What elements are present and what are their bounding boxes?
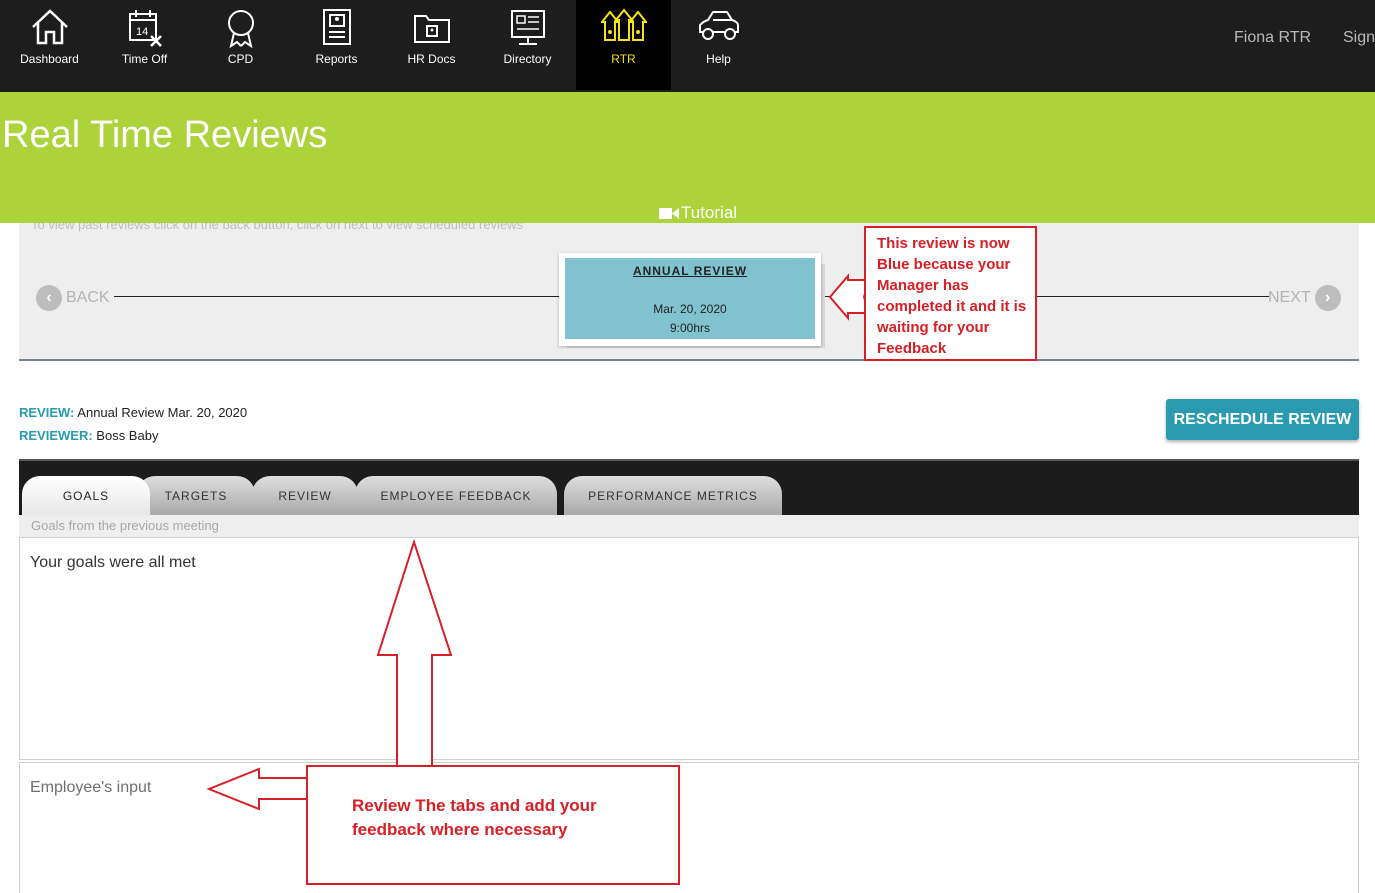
tab-employee-feedback[interactable]: EMPLOYEE FEEDBACK: [355, 476, 557, 515]
folder-icon: [413, 15, 450, 43]
car-icon: [698, 11, 739, 40]
back-button[interactable]: ‹ BACK: [36, 285, 110, 311]
card-callout-line: This review is now: [877, 235, 1010, 252]
nav-rtr[interactable]: RTR: [576, 0, 671, 90]
tabs-callout-line: feedback where necessary: [352, 820, 568, 839]
reviewer-label: REVIEWER:: [19, 428, 93, 443]
nav-label-cpd: CPD: [227, 52, 254, 66]
chevron-right-icon: ›: [1314, 285, 1341, 311]
video-camera-icon: [659, 207, 679, 219]
nav-dashboard[interactable]: Dashboard: [2, 0, 97, 90]
calendar-icon: 14: [128, 10, 162, 47]
review-card-date: Mar. 20, 2020: [653, 302, 727, 316]
review-value: Annual Review Mar. 20, 2020: [77, 405, 248, 420]
tutorial-label: Tutorial: [681, 203, 738, 222]
review-card[interactable]: ANNUAL REVIEW Mar. 20, 2020 9:00hrs: [559, 253, 821, 346]
report-document-icon: [322, 9, 351, 45]
nav-label-time-off: Time Off: [121, 52, 168, 66]
review-label: REVIEW:: [19, 405, 75, 420]
goals-content: Your goals were all met: [19, 537, 1359, 760]
review-card-body: ANNUAL REVIEW Mar. 20, 2020 9:00hrs: [565, 258, 815, 339]
goals-subtitle: Goals from the previous meeting: [31, 518, 219, 533]
tutorial-link[interactable]: Tutorial: [659, 203, 737, 223]
employee-input-field[interactable]: [19, 762, 1359, 893]
card-callout-line: waiting for your: [877, 319, 990, 336]
tab-review[interactable]: REVIEW: [252, 476, 358, 515]
nav-label-reports: Reports: [315, 52, 358, 66]
timeline-line-left: [114, 296, 560, 297]
card-callout-line: completed it and it is: [877, 298, 1027, 315]
card-callout-line: Manager has: [877, 277, 969, 294]
next-button[interactable]: NEXT ›: [1268, 285, 1341, 311]
review-timeline: To view past reviews click on the back b…: [19, 223, 1359, 361]
review-card-title: ANNUAL REVIEW: [632, 264, 748, 278]
nav-label-help: Help: [706, 52, 731, 66]
review-card-time: 9:00hrs: [669, 321, 711, 335]
award-ribbon-icon: [227, 10, 254, 48]
calendar-day-number: 14: [136, 26, 148, 38]
back-label: BACK: [66, 289, 110, 306]
reviewer-line: REVIEWER: Boss Baby: [19, 424, 247, 447]
rtr-arrows-icon: [600, 8, 647, 41]
top-navigation-bar: Dashboard 14 Time Off CPD Reports HR Doc…: [0, 0, 1375, 92]
house-icon: [31, 9, 68, 45]
nav-label-hr-docs: HR Docs: [407, 52, 456, 66]
page-root: { "nav": { "items": [ {"label": "Dashboa…: [0, 0, 1375, 893]
nav-directory[interactable]: Directory: [480, 0, 575, 90]
review-line: REVIEW: Annual Review Mar. 20, 2020: [19, 401, 247, 424]
review-tabs: PERFORMANCE METRICS EMPLOYEE FEEDBACK RE…: [19, 459, 1359, 515]
goals-subtitle-bar: Goals from the previous meeting: [19, 515, 1359, 537]
next-label: NEXT: [1268, 289, 1311, 306]
user-name-link[interactable]: Fiona RTR: [1234, 29, 1311, 47]
card-callout-line: Blue because your: [877, 256, 1011, 273]
review-info: REVIEW: Annual Review Mar. 20, 2020 REVI…: [19, 401, 247, 447]
card-callout: This review is now Blue because your Man…: [864, 226, 1037, 361]
page-title: Real Time Reviews: [2, 114, 328, 156]
nav-label-directory: Directory: [503, 52, 552, 66]
reschedule-review-button[interactable]: RESCHEDULE REVIEW: [1166, 399, 1359, 440]
directory-monitor-icon: [510, 10, 545, 45]
tab-targets[interactable]: TARGETS: [137, 476, 255, 515]
page-banner: Real Time Reviews Tutorial: [0, 92, 1375, 223]
tabs-callout: Review The tabs and add your feedback wh…: [306, 765, 680, 885]
tabs-callout-line: Review The tabs and add your: [352, 796, 597, 815]
nav-label-dashboard: Dashboard: [20, 52, 79, 66]
reviewer-value: Boss Baby: [96, 428, 159, 443]
nav-label-rtr: RTR: [611, 52, 636, 66]
card-callout-line: Feedback: [877, 340, 947, 357]
chevron-left-icon: ‹: [36, 285, 62, 311]
nav-time-off[interactable]: 14 Time Off: [97, 0, 192, 90]
goals-text: Your goals were all met: [30, 554, 196, 571]
nav-cpd[interactable]: CPD: [193, 0, 288, 90]
nav-help[interactable]: Help: [671, 0, 766, 90]
sign-out-link[interactable]: Sign: [1343, 29, 1375, 47]
tab-performance-metrics[interactable]: PERFORMANCE METRICS: [564, 476, 782, 515]
timeline-hint: To view past reviews click on the back b…: [31, 223, 524, 232]
nav-reports[interactable]: Reports: [289, 0, 384, 90]
tab-goals[interactable]: GOALS: [22, 476, 150, 515]
nav-hr-docs[interactable]: HR Docs: [384, 0, 479, 90]
